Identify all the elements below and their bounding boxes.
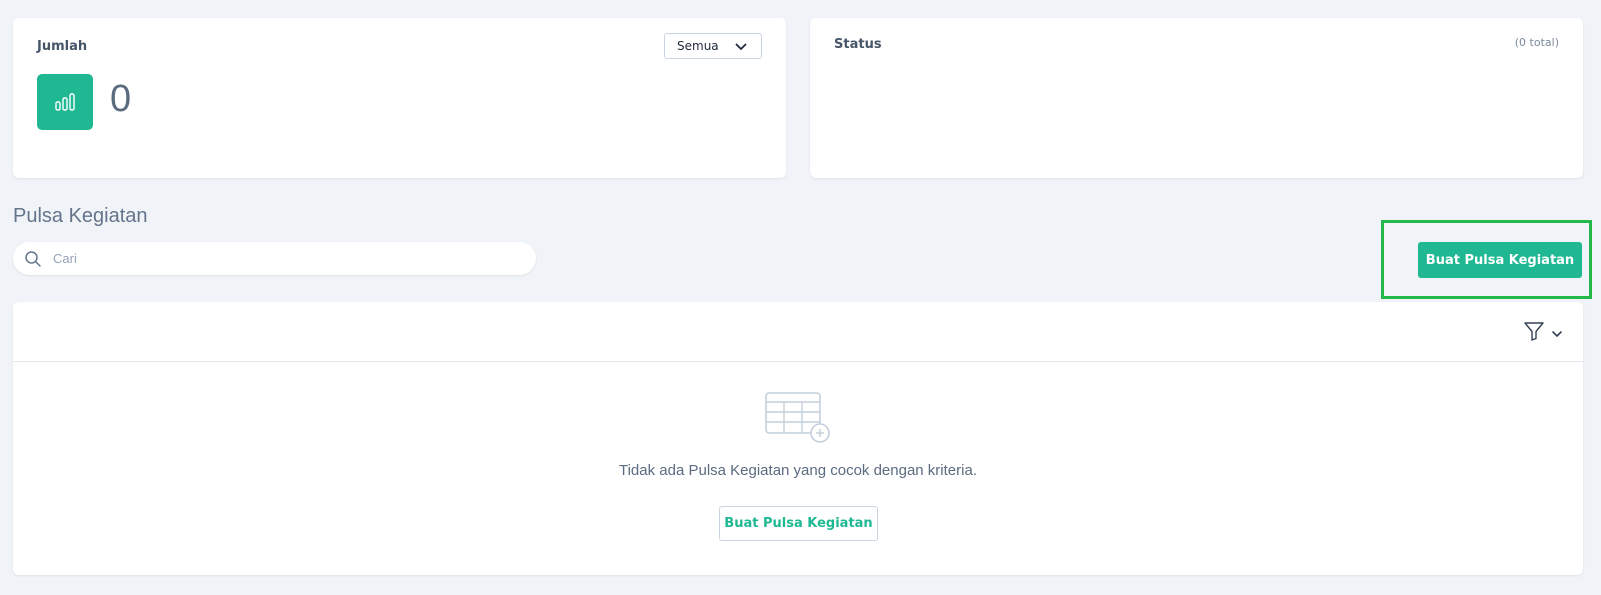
period-select[interactable]: Semua [664, 33, 762, 59]
search-input[interactable] [53, 242, 523, 275]
empty-state-message: Tidak ada Pulsa Kegiatan yang cocok deng… [618, 462, 977, 479]
empty-create-pulse-button[interactable]: Buat Pulsa Kegiatan [719, 506, 878, 541]
jumlah-card: Jumlah Semua 0 [13, 18, 786, 178]
jumlah-title: Jumlah [37, 39, 88, 54]
search-bar [13, 242, 536, 275]
jumlah-value: 0 [110, 78, 132, 120]
create-pulse-button[interactable]: Buat Pulsa Kegiatan [1418, 242, 1582, 278]
bar-chart-icon [37, 74, 93, 130]
empty-table-icon [765, 392, 833, 448]
status-card: Status (0 total) [810, 18, 1583, 178]
status-title: Status [834, 37, 882, 52]
pulse-table: Tidak ada Pulsa Kegiatan yang cocok deng… [13, 302, 1583, 575]
period-select-value: Semua [677, 39, 719, 53]
chevron-down-icon [1551, 324, 1563, 343]
page-title: Pulsa Kegiatan [13, 205, 148, 227]
filter-icon [1523, 320, 1545, 346]
filter-button[interactable] [1523, 320, 1563, 346]
search-icon [24, 250, 42, 272]
chevron-down-icon [735, 41, 747, 55]
table-toolbar [13, 302, 1583, 362]
status-total: (0 total) [1514, 36, 1559, 49]
